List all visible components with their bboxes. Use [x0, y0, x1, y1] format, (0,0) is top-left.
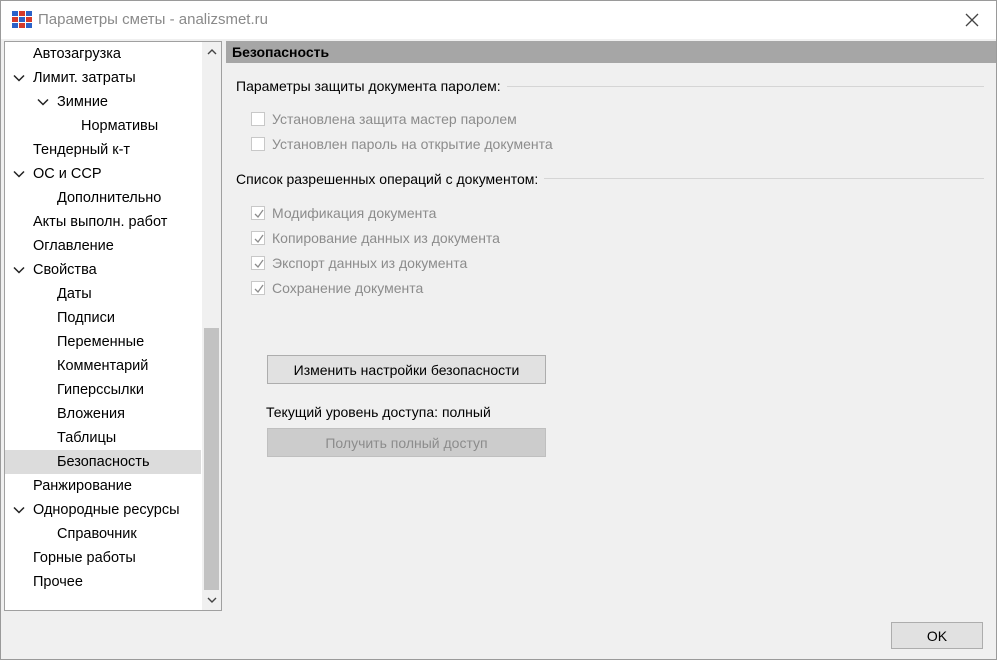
access-level-text: Текущий уровень доступа: полный	[266, 404, 491, 420]
settings-window: Параметры сметы - analizsmet.ru Автозагр…	[0, 0, 997, 660]
tree-item[interactable]: Свойства	[5, 258, 201, 282]
checkbox-label: Экспорт данных из документа	[272, 255, 468, 271]
chevron-down-icon	[207, 597, 216, 603]
checkbox-box[interactable]	[251, 281, 265, 295]
tree-item[interactable]: Справочник	[5, 522, 201, 546]
checkmark-icon	[254, 284, 264, 294]
tree-item[interactable]: Вложения	[5, 402, 201, 426]
tree-item[interactable]: Безопасность	[5, 450, 201, 474]
scroll-up-button[interactable]	[202, 42, 221, 61]
scroll-thumb[interactable]	[204, 328, 219, 590]
checkbox-label: Копирование данных из документа	[272, 230, 500, 246]
checkmark-icon	[254, 259, 264, 269]
tree-item-label: Акты выполн. работ	[33, 214, 168, 230]
tree-item-label: ОС и ССР	[33, 166, 102, 182]
checkbox-box[interactable]	[251, 112, 265, 126]
tree-item[interactable]: Таблицы	[5, 426, 201, 450]
tree-item[interactable]: Переменные	[5, 330, 201, 354]
tree-item[interactable]: Тендерный к-т	[5, 138, 201, 162]
tree-item-label: Даты	[57, 286, 92, 302]
tree-item[interactable]: Гиперссылки	[5, 378, 201, 402]
tree-item-label: Переменные	[57, 334, 145, 350]
tree-item[interactable]: Зимние	[5, 90, 201, 114]
close-icon	[965, 13, 979, 27]
tree-item-label: Тендерный к-т	[33, 142, 131, 158]
checkmark-icon	[254, 209, 264, 219]
content-panel: Безопасность Параметры защиты документа …	[226, 41, 996, 613]
tree-item-label: Нормативы	[81, 118, 159, 134]
chevron-up-icon	[207, 49, 216, 55]
checkbox-copy[interactable]: Копирование данных из документа	[251, 228, 500, 248]
checkbox-master-password[interactable]: Установлена защита мастер паролем	[251, 109, 517, 129]
checkbox-box[interactable]	[251, 256, 265, 270]
chevron-down-icon[interactable]	[37, 96, 49, 108]
checkmark-icon	[254, 234, 264, 244]
tree-item-label: Прочее	[33, 574, 83, 590]
tree-item-label: Однородные ресурсы	[33, 502, 180, 518]
tree-item[interactable]: ОС и ССР	[5, 162, 201, 186]
footer	[1, 613, 996, 659]
scroll-down-button[interactable]	[202, 591, 221, 610]
tree-item-label: Вложения	[57, 406, 125, 422]
tree-item-label: Горные работы	[33, 550, 136, 566]
tree-item-label: Лимит. затраты	[33, 70, 136, 86]
title-bar: Параметры сметы - analizsmet.ru	[1, 1, 996, 39]
checkbox-box[interactable]	[251, 206, 265, 220]
checkbox-label: Установлена защита мастер паролем	[272, 111, 517, 127]
tree-item-label: Таблицы	[57, 430, 117, 446]
tree-item[interactable]: Акты выполн. работ	[5, 210, 201, 234]
chevron-down-icon[interactable]	[13, 264, 25, 276]
tree-item-label: Оглавление	[33, 238, 114, 254]
tree-item-label: Свойства	[33, 262, 97, 278]
tree-item-label: Ранжирование	[33, 478, 132, 494]
chevron-down-icon[interactable]	[13, 72, 25, 84]
settings-tree: Автозагрузка Лимит. затраты Зимние Норматив…	[4, 41, 222, 611]
tree-item[interactable]: Автозагрузка	[5, 42, 201, 66]
checkbox-box[interactable]	[251, 231, 265, 245]
tree-item-label: Дополнительно	[57, 190, 162, 206]
tree-item[interactable]: Лимит. затраты	[5, 66, 201, 90]
change-security-button[interactable]: Изменить настройки безопасности	[267, 355, 546, 384]
chevron-down-icon[interactable]	[13, 504, 25, 516]
section-header: Безопасность	[226, 41, 996, 63]
get-full-access-button[interactable]: Получить полный доступ	[267, 428, 546, 457]
tree-item[interactable]: Нормативы	[5, 114, 201, 138]
checkbox-label: Модификация документа	[272, 205, 437, 221]
tree-item[interactable]: Ранжирование	[5, 474, 201, 498]
tree-item[interactable]: Комментарий	[5, 354, 201, 378]
app-grid-icon	[12, 11, 32, 28]
tree-item-label: Подписи	[57, 310, 115, 326]
checkbox-box[interactable]	[251, 137, 265, 151]
checkbox-label: Установлен пароль на открытие документа	[272, 136, 553, 152]
tree-item[interactable]: Горные работы	[5, 546, 201, 570]
chevron-down-icon[interactable]	[13, 168, 25, 180]
checkbox-open-password[interactable]: Установлен пароль на открытие документа	[251, 134, 553, 154]
checkbox-save[interactable]: Сохранение документа	[251, 278, 423, 298]
tree-item-label: Справочник	[57, 526, 137, 542]
tree-scrollbar[interactable]	[202, 42, 221, 610]
tree-item[interactable]: Оглавление	[5, 234, 201, 258]
tree-item[interactable]: Дополнительно	[5, 186, 201, 210]
close-button[interactable]	[954, 5, 990, 35]
tree-list: Автозагрузка Лимит. затраты Зимние Норматив…	[5, 42, 201, 594]
checkbox-export[interactable]: Экспорт данных из документа	[251, 253, 467, 273]
tree-item[interactable]: Подписи	[5, 306, 201, 330]
tree-item[interactable]: Однородные ресурсы	[5, 498, 201, 522]
tree-item[interactable]: Прочее	[5, 570, 201, 594]
tree-item[interactable]: Даты	[5, 282, 201, 306]
tree-item-label: Безопасность	[57, 454, 150, 470]
checkbox-modify[interactable]: Модификация документа	[251, 203, 436, 223]
tree-item-label: Гиперссылки	[57, 382, 144, 398]
tree-item-label: Автозагрузка	[33, 46, 121, 62]
tree-item-label: Зимние	[57, 94, 108, 110]
tree-item-label: Комментарий	[57, 358, 149, 374]
checkbox-label: Сохранение документа	[272, 280, 424, 296]
password-group-title: Параметры защиты документа паролем:	[236, 78, 507, 94]
window-title: Параметры сметы - analizsmet.ru	[38, 11, 268, 28]
ok-button[interactable]: OK	[891, 622, 983, 649]
operations-group-title: Список разрешенных операций с документом…	[236, 171, 545, 187]
